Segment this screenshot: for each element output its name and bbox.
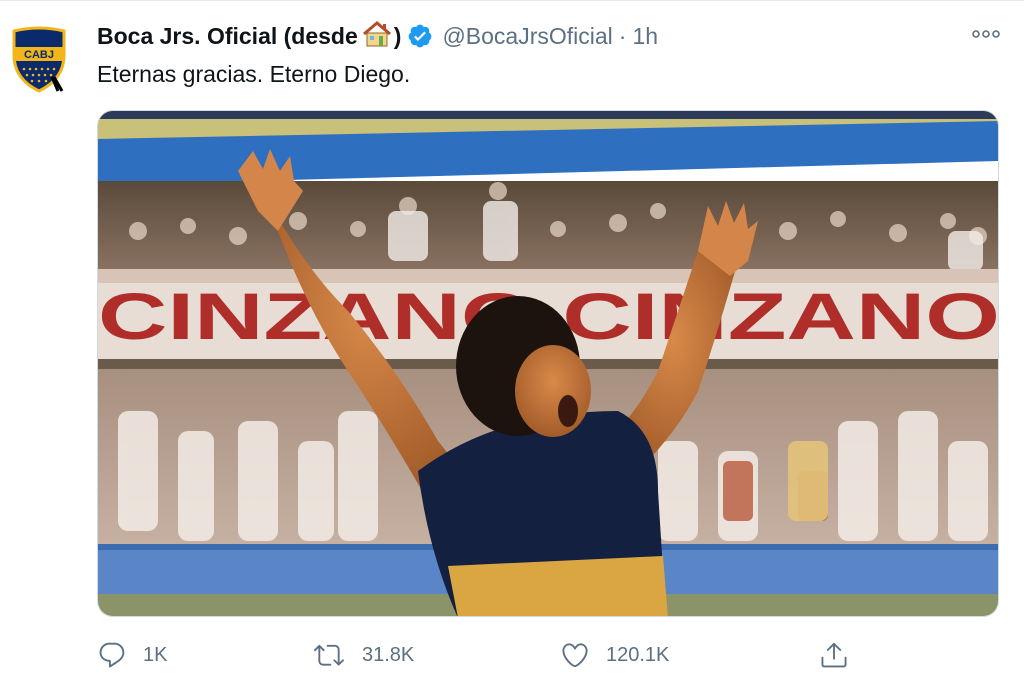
reply-button[interactable]: 1K bbox=[97, 633, 167, 677]
separator-dot: · bbox=[618, 22, 627, 49]
reply-icon bbox=[99, 642, 125, 668]
reply-count: 1K bbox=[143, 643, 168, 666]
tweet-photo[interactable]: CINZANO CINZANO bbox=[97, 110, 999, 617]
author-display-name[interactable]: Boca Jrs. Oficial (desde bbox=[97, 23, 358, 50]
share-icon bbox=[821, 642, 847, 668]
avatar[interactable]: CABJ bbox=[4, 18, 74, 100]
heart-icon bbox=[562, 643, 588, 668]
boca-crest-icon: CABJ bbox=[12, 26, 66, 93]
house-icon bbox=[362, 20, 392, 52]
tweet-text: Eternas gracias. Eterno Diego. bbox=[97, 61, 411, 87]
avatar-crest-text: CABJ bbox=[24, 49, 54, 61]
author-handle[interactable]: @BocaJrsOficial bbox=[442, 23, 612, 50]
tweet-actions: 1K 31.8K 120.1K bbox=[97, 633, 897, 677]
tweet-header: Boca Jrs. Oficial (desde ) @BocaJrsOfici… bbox=[97, 19, 658, 53]
like-count: 120.1K bbox=[606, 643, 670, 666]
author-display-name-suffix: ) bbox=[393, 22, 402, 49]
more-icon bbox=[972, 30, 1000, 38]
more-options-button[interactable] bbox=[970, 25, 1002, 43]
like-button[interactable]: 120.1K bbox=[560, 633, 669, 677]
share-button[interactable] bbox=[819, 633, 849, 677]
retweet-icon bbox=[314, 644, 344, 666]
tweet-timestamp[interactable]: 1h bbox=[632, 23, 658, 50]
tweet-card: CABJ Boca Jrs. Oficial (desde ) @BocaJrs… bbox=[0, 0, 1024, 677]
verified-badge-icon bbox=[407, 23, 433, 49]
retweet-button[interactable]: 31.8K bbox=[312, 633, 414, 677]
retweet-count: 31.8K bbox=[362, 643, 415, 666]
